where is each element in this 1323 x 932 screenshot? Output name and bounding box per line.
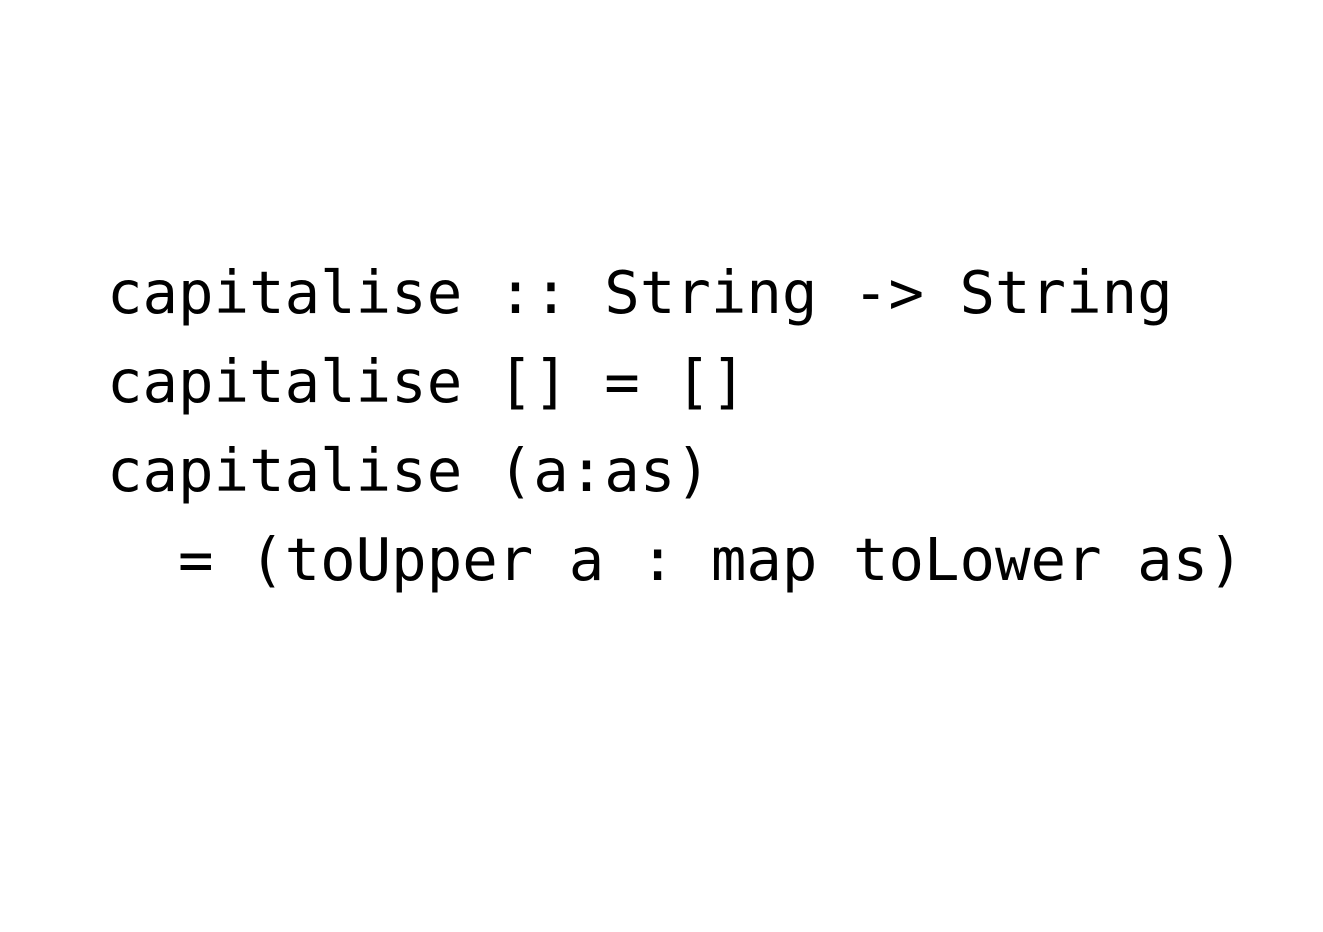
code-line-cons-body: = (toUpper a : map toLower as) xyxy=(107,525,1244,594)
code-line-cons-pattern: capitalise (a:as) xyxy=(107,436,711,505)
code-line-empty-case: capitalise [] = [] xyxy=(107,347,747,416)
code-block: capitalise :: String -> Stringcapitalise… xyxy=(107,248,1244,604)
code-line-type-signature: capitalise :: String -> String xyxy=(107,258,1173,327)
